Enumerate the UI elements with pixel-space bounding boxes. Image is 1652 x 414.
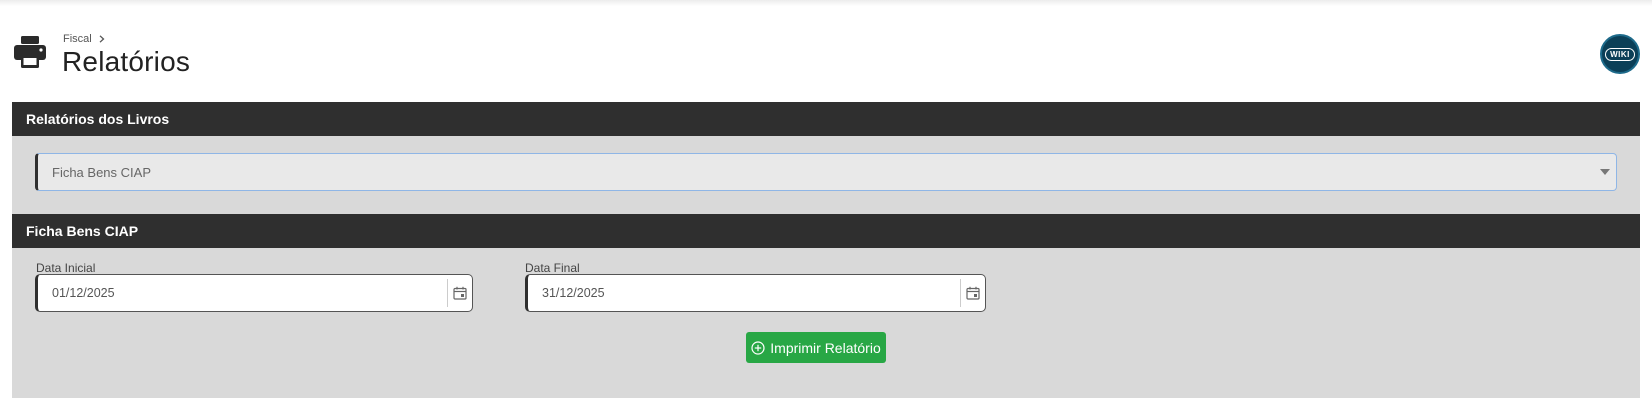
calendar-icon[interactable] <box>453 286 467 300</box>
data-final-value: 31/12/2025 <box>542 286 605 300</box>
input-divider <box>447 279 448 307</box>
report-type-select[interactable]: Ficha Bens CIAP <box>35 153 1617 191</box>
page-header: Fiscal Relatórios WIKI <box>12 30 1640 86</box>
report-type-value: Ficha Bens CIAP <box>52 165 151 180</box>
data-inicial-value: 01/12/2025 <box>52 286 115 300</box>
calendar-icon[interactable] <box>966 286 980 300</box>
section-header-ficha: Ficha Bens CIAP <box>12 214 1640 248</box>
section-header-livros: Relatórios dos Livros <box>12 102 1640 136</box>
print-report-button[interactable]: Imprimir Relatório <box>746 332 886 363</box>
wiki-button[interactable]: WIKI <box>1600 34 1640 74</box>
caret-down-icon <box>1600 169 1610 175</box>
data-final-input[interactable]: 31/12/2025 <box>525 274 986 312</box>
wiki-label: WIKI <box>1605 47 1635 61</box>
top-shadow <box>0 0 1652 6</box>
data-inicial-label: Data Inicial <box>36 261 96 275</box>
breadcrumb: Fiscal <box>63 33 106 45</box>
input-divider <box>960 279 961 307</box>
panel-livros: Ficha Bens CIAP <box>12 136 1640 214</box>
printer-icon <box>14 36 46 68</box>
page-title: Relatórios <box>62 46 191 77</box>
breadcrumb-fiscal[interactable]: Fiscal <box>63 33 92 45</box>
panel-ficha <box>12 248 1640 398</box>
data-final-label: Data Final <box>525 261 580 275</box>
chevron-right-icon <box>99 35 105 43</box>
print-report-label: Imprimir Relatório <box>770 339 881 356</box>
data-inicial-input[interactable]: 01/12/2025 <box>35 274 473 312</box>
plus-circle-icon <box>751 340 765 355</box>
